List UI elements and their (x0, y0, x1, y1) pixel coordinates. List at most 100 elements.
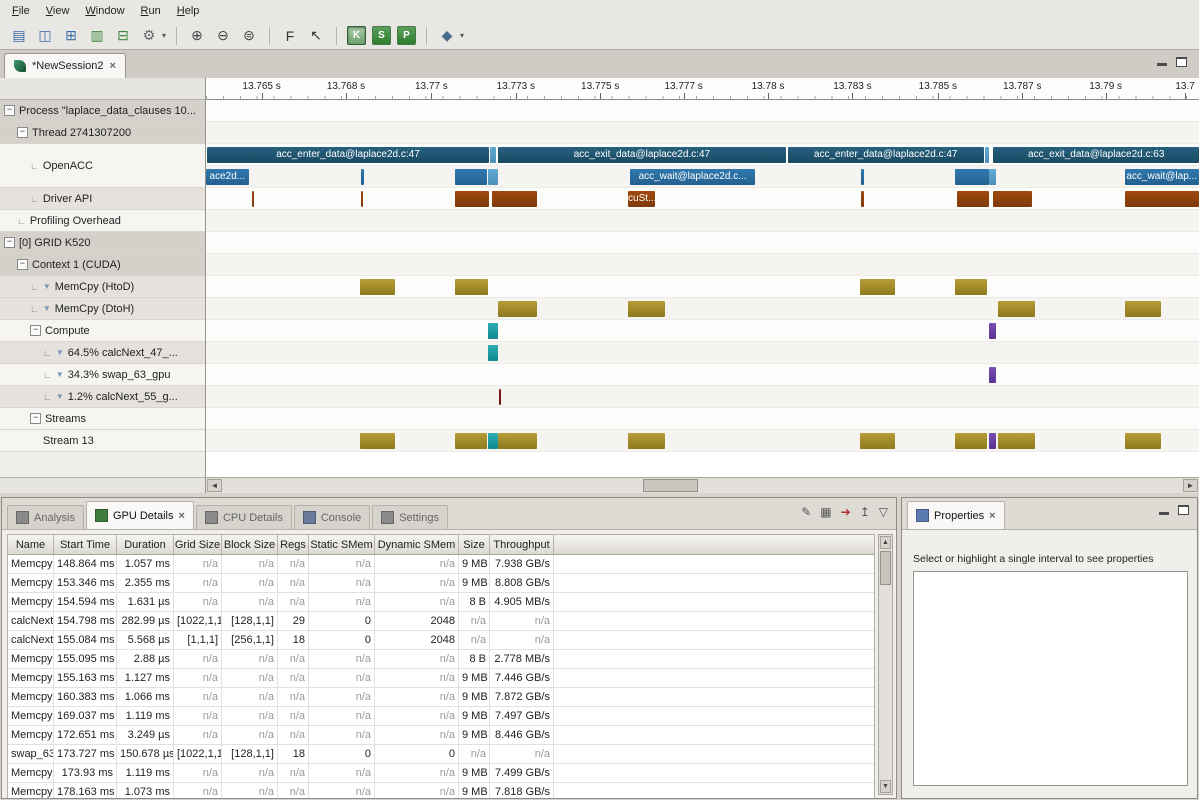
interval-bar[interactable] (488, 323, 498, 339)
table-row[interactable]: Memcpy154.594 ms1.631 µsn/an/an/an/an/a8… (8, 593, 874, 612)
record-icon[interactable]: ➔ (841, 505, 851, 519)
prev-marker-button[interactable]: F (278, 24, 302, 48)
interval-bar[interactable] (488, 345, 498, 361)
collapse-icon[interactable]: − (30, 325, 41, 336)
interval-bar[interactable] (1125, 191, 1199, 207)
tab-properties[interactable]: Properties × (907, 501, 1005, 529)
filter-icon[interactable]: ▼ (56, 370, 64, 379)
analysis-button-dropdown-icon[interactable]: ▾ (460, 31, 464, 40)
menu-help[interactable]: Help (169, 2, 208, 20)
interval-bar[interactable] (860, 433, 895, 449)
stream-toggle-button[interactable]: S (372, 26, 391, 45)
tree-row-streams[interactable]: −Streams (0, 408, 205, 430)
interval-bar[interactable] (861, 169, 864, 185)
zoom-in-button[interactable]: ⊕ (185, 24, 209, 48)
tree-row-memcpy-htod[interactable]: ∟▼MemCpy (HtoD) (0, 276, 205, 298)
column-header-start-time[interactable]: Start Time (54, 535, 117, 554)
interval-bar[interactable] (361, 191, 363, 207)
table-row[interactable]: Memcpy155.095 ms2.88 µsn/an/an/an/an/a8 … (8, 650, 874, 669)
minimize-icon[interactable] (1157, 63, 1167, 66)
tree-row-driver-api[interactable]: ∟Driver API (0, 188, 205, 210)
interval-bar[interactable] (455, 279, 488, 295)
tab-console[interactable]: Console (294, 505, 370, 529)
interval-bar[interactable]: acc_exit_data@laplace2d.c:63 (993, 147, 1199, 163)
tab-analysis[interactable]: Analysis (7, 505, 84, 529)
tab-gpu-details[interactable]: GPU Details× (86, 501, 194, 529)
tab-cpu-details[interactable]: CPU Details (196, 505, 292, 529)
table-row[interactable]: calcNext155.084 ms5.568 µs[1,1,1][256,1,… (8, 631, 874, 650)
maximize-icon[interactable] (1176, 57, 1187, 67)
tree-row-kernel-calcnext-55[interactable]: ∟▼1.2% calcNext_55_g... (0, 386, 205, 408)
table-row[interactable]: Memcpy155.163 ms1.127 msn/an/an/an/an/a9… (8, 669, 874, 688)
interval-bar[interactable] (998, 301, 1035, 317)
interval-bar[interactable]: acc_wait@lap... (1125, 169, 1199, 185)
table-vscrollbar[interactable]: ▲ ▼ (878, 534, 893, 795)
interval-bar[interactable] (1125, 433, 1162, 449)
new-session-button[interactable]: ▤ (7, 24, 31, 48)
interval-bar[interactable] (989, 323, 996, 339)
collapse-icon[interactable]: − (17, 259, 28, 270)
zoom-fit-button[interactable]: ⊜ (237, 24, 261, 48)
interval-bar[interactable] (998, 433, 1035, 449)
scroll-right-icon[interactable]: ► (1183, 479, 1198, 492)
table-row[interactable]: calcNext154.798 ms282.99 µs[1022,1,1][12… (8, 612, 874, 631)
tree-row-stream-13[interactable]: Stream 13 (0, 430, 205, 452)
kernel-toggle-button[interactable]: K (347, 26, 366, 45)
configure-session-button-dropdown-icon[interactable]: ▾ (162, 31, 166, 40)
table-row[interactable]: Memcpy148.864 ms1.057 msn/an/an/an/an/a9… (8, 555, 874, 574)
table-row[interactable]: Memcpy153.346 ms2.355 msn/an/an/an/an/a9… (8, 574, 874, 593)
scroll-down-icon[interactable]: ▼ (880, 780, 891, 793)
tree-row-compute[interactable]: −Compute (0, 320, 205, 342)
interval-bar[interactable]: acc_enter_data@laplace2d.c:47 (788, 147, 984, 163)
menu-window[interactable]: Window (77, 2, 132, 20)
timeline-ruler[interactable]: 13.765 s13.768 s13.77 s13.773 s13.775 s1… (206, 78, 1199, 100)
interval-bar[interactable] (488, 169, 498, 185)
interval-bar[interactable] (455, 191, 489, 207)
analysis-button[interactable]: ◆ (435, 24, 459, 48)
column-header-regs[interactable]: Regs (278, 535, 309, 554)
tree-row-memcpy-dtoh[interactable]: ∟▼MemCpy (DtoH) (0, 298, 205, 320)
filter-icon[interactable]: ▼ (56, 392, 64, 401)
interval-bar[interactable] (955, 433, 988, 449)
save-button[interactable]: ◫ (33, 24, 57, 48)
collapse-icon[interactable]: − (17, 127, 28, 138)
column-header-duration[interactable]: Duration (117, 535, 174, 554)
interval-bar[interactable] (455, 433, 487, 449)
interval-bar[interactable] (455, 169, 487, 185)
tree-row-process[interactable]: −Process "laplace_data_clauses 10... (0, 100, 205, 122)
scroll-left-icon[interactable]: ◄ (207, 479, 222, 492)
column-header-dynamic-smem[interactable]: Dynamic SMem (375, 535, 459, 554)
minimize-icon[interactable] (1159, 512, 1169, 515)
interval-bar[interactable] (989, 367, 996, 383)
session-tab[interactable]: *NewSession2 × (4, 53, 126, 78)
table-row[interactable]: Memcpy178.163 ms1.073 msn/an/an/an/an/a9… (8, 783, 874, 798)
collapse-icon[interactable]: − (4, 237, 15, 248)
interval-bar[interactable] (989, 169, 996, 185)
interval-bar[interactable] (985, 147, 990, 163)
table-row[interactable]: Memcpy173.93 ms1.119 msn/an/an/an/an/a9 … (8, 764, 874, 783)
collapse-icon[interactable]: − (30, 413, 41, 424)
vscrollbar-thumb[interactable] (880, 551, 891, 585)
table-row[interactable]: Memcpy172.651 ms3.249 µsn/an/an/an/an/a9… (8, 726, 874, 745)
edit-icon[interactable]: ✎ (801, 505, 811, 519)
interval-bar[interactable] (490, 147, 496, 163)
interval-bar[interactable] (989, 433, 996, 449)
maximize-icon[interactable] (1178, 505, 1189, 515)
process-toggle-button[interactable]: P (397, 26, 416, 45)
interval-bar[interactable] (498, 433, 537, 449)
close-session-icon[interactable]: × (110, 60, 116, 72)
interval-bar[interactable] (360, 279, 395, 295)
next-marker-button[interactable]: ↖ (304, 24, 328, 48)
interval-bar[interactable] (360, 433, 395, 449)
view-menu-icon[interactable]: ▽ (879, 505, 888, 519)
interval-bar[interactable] (361, 169, 364, 185)
table-row[interactable]: Memcpy160.383 ms1.066 msn/an/an/an/an/a9… (8, 688, 874, 707)
menu-run[interactable]: Run (133, 2, 169, 20)
tree-row-thread[interactable]: −Thread 2741307200 (0, 122, 205, 144)
interval-bar[interactable] (488, 433, 498, 449)
interval-bar[interactable] (955, 169, 990, 185)
scroll-up-icon[interactable]: ▲ (880, 536, 891, 549)
interval-bar[interactable] (957, 191, 990, 207)
interval-bar[interactable] (860, 279, 895, 295)
tree-row-kernel-swap-63[interactable]: ∟▼34.3% swap_63_gpu (0, 364, 205, 386)
